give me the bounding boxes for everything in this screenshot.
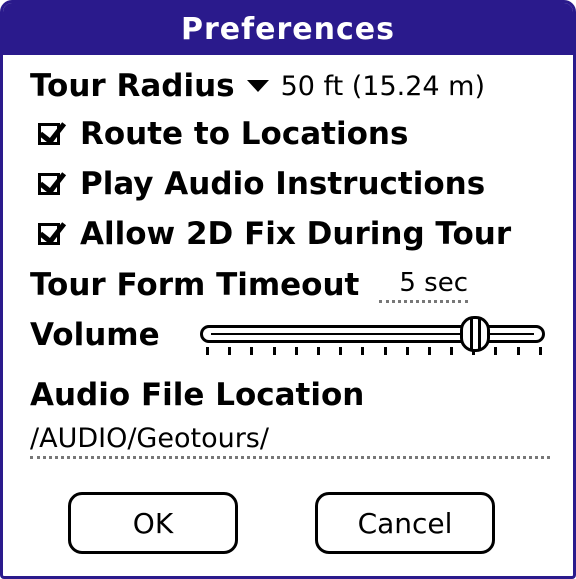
title-bar: Preferences — [3, 3, 573, 55]
volume-tick — [427, 347, 431, 355]
volume-tick — [383, 347, 387, 355]
audio-file-location-row: Audio File Location — [30, 375, 364, 415]
volume-slider-thumb[interactable] — [459, 316, 490, 352]
volume-tick — [361, 347, 365, 355]
cancel-button[interactable]: Cancel — [315, 492, 495, 554]
volume-tick — [206, 347, 209, 355]
volume-tick — [339, 347, 343, 355]
checkbox-label: Route to Locations — [80, 116, 409, 152]
volume-tick — [294, 347, 298, 355]
checkbox-label: Play Audio Instructions — [80, 166, 486, 202]
audio-file-location-label: Audio File Location — [30, 377, 365, 413]
checkbox-play-audio-instructions[interactable]: Play Audio Instructions — [38, 163, 485, 205]
tour-form-timeout-row: Tour Form Timeout 5 sec — [30, 265, 469, 305]
volume-slider-track[interactable] — [200, 325, 545, 343]
volume-tick — [316, 347, 320, 355]
tour-radius-label: Tour Radius — [30, 68, 235, 104]
checkbox-checked-icon[interactable] — [38, 223, 60, 245]
dropdown-arrow-icon[interactable] — [246, 80, 269, 92]
tour-form-timeout-label: Tour Form Timeout — [30, 267, 360, 303]
tour-radius-select[interactable]: 50 ft (15.24 m) — [281, 71, 485, 102]
volume-slider-ticks — [206, 347, 542, 355]
tour-form-timeout-field[interactable]: 5 sec — [379, 268, 469, 303]
audio-file-location-value: /AUDIO/Geotours/ — [30, 422, 269, 454]
volume-tick — [538, 347, 542, 355]
volume-tick — [450, 347, 454, 355]
checkbox-allow-2d-fix[interactable]: Allow 2D Fix During Tour — [38, 213, 511, 255]
volume-tick — [250, 347, 254, 355]
checkbox-checked-icon[interactable] — [38, 173, 60, 195]
volume-tick — [405, 347, 409, 355]
dialog-title: Preferences — [180, 11, 395, 47]
audio-file-location-field[interactable]: /AUDIO/Geotours/ — [30, 420, 550, 459]
volume-row: Volume — [30, 315, 160, 355]
volume-tick — [516, 347, 520, 355]
volume-tick — [494, 347, 498, 355]
checkbox-label: Allow 2D Fix During Tour — [80, 216, 512, 252]
checkbox-route-to-locations[interactable]: Route to Locations — [38, 113, 408, 155]
checkbox-checked-icon[interactable] — [38, 123, 60, 145]
volume-tick — [272, 347, 276, 355]
tour-radius-row: Tour Radius 50 ft (15.24 m) — [30, 66, 485, 106]
volume-label: Volume — [30, 317, 160, 353]
ok-button[interactable]: OK — [68, 492, 238, 554]
volume-tick — [228, 347, 232, 355]
